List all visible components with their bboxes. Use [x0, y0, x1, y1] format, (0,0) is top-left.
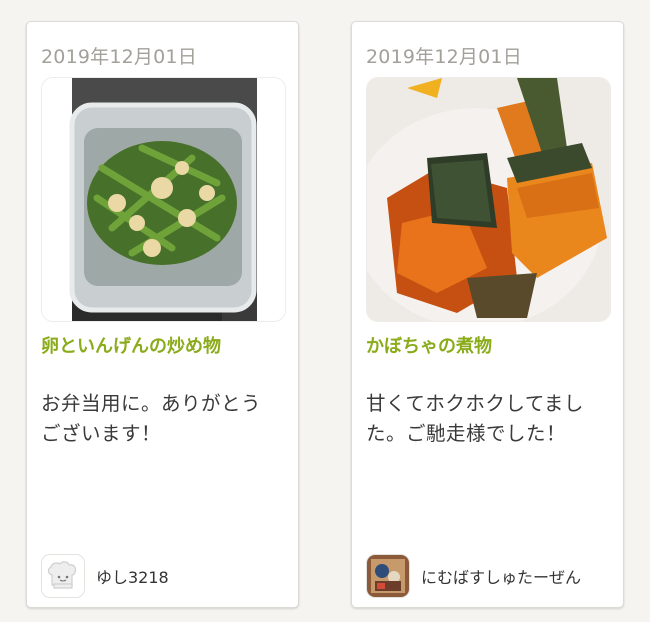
author[interactable]: にむばすしゅたーぜん: [366, 554, 581, 598]
comment-line: お弁当用に。ありがとう: [41, 392, 262, 415]
comment-line: た。ご馳走様でした！: [366, 422, 567, 445]
author[interactable]: ゆし3218: [41, 554, 169, 598]
default-chef-icon[interactable]: [41, 554, 85, 598]
comment-text: 甘くてホクホクしてまし た。ご馳走様でした！: [366, 389, 606, 449]
recipe-title[interactable]: 卵といんげんの炒め物: [41, 332, 221, 358]
recipe-title[interactable]: かぼちゃの煮物: [366, 332, 492, 358]
tsukurepo-card[interactable]: 2019年12月01日 卵といんげんの炒め物 お弁当用に。ありがとう ございます…: [26, 21, 299, 608]
dish-photo[interactable]: [41, 77, 286, 322]
username[interactable]: ゆし3218: [96, 564, 169, 588]
post-date: 2019年12月01日: [366, 46, 522, 68]
tsukurepo-card[interactable]: 2019年12月01日 かぼちゃの煮物 甘くてホクホクしてまし た。ご馳走様でし…: [351, 21, 624, 608]
comment-line: 甘くてホクホクしてまし: [366, 392, 584, 415]
username[interactable]: にむばすしゅたーぜん: [421, 564, 581, 588]
comment-line: ございます！: [41, 422, 162, 445]
comment-text: お弁当用に。ありがとう ございます！: [41, 389, 281, 449]
dish-photo[interactable]: [366, 77, 611, 322]
post-date: 2019年12月01日: [41, 46, 197, 68]
user-photo-avatar[interactable]: [366, 554, 410, 598]
